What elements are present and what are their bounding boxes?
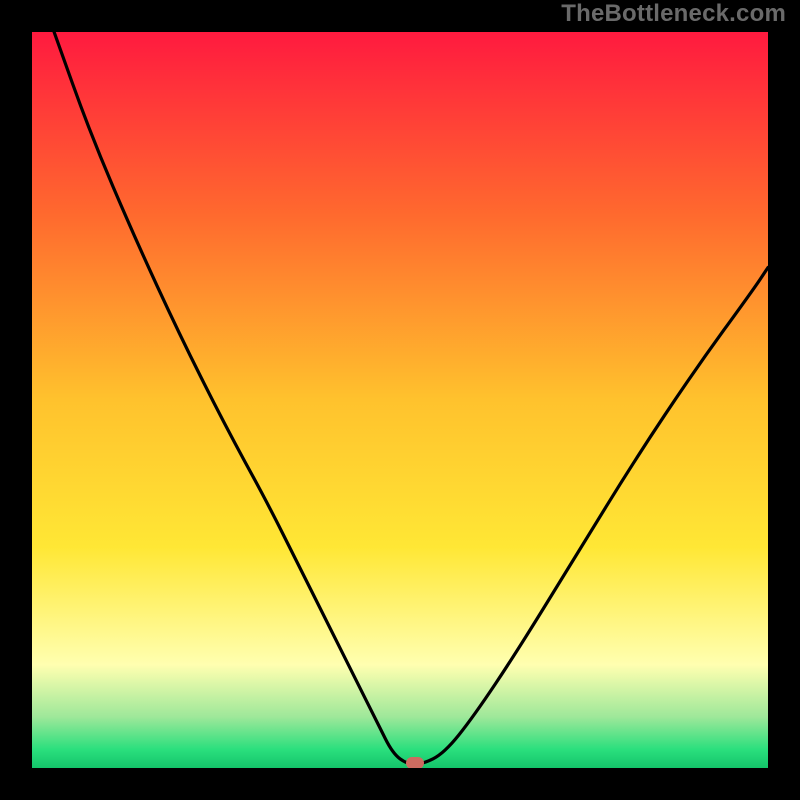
curve-layer: [32, 32, 768, 768]
chart-container: TheBottleneck.com: [0, 0, 800, 800]
watermark-text: TheBottleneck.com: [561, 0, 786, 28]
optimal-point-marker: [406, 757, 424, 768]
plot-area: [32, 32, 768, 768]
bottleneck-curve: [54, 32, 768, 764]
